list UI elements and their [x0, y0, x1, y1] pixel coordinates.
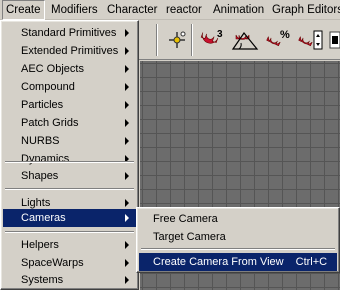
- menu-item-label: NURBS: [21, 135, 60, 147]
- snap-3d-label: 3: [217, 29, 223, 40]
- percent-snap-icon[interactable]: %: [264, 26, 294, 54]
- menu-item-label: Compound: [21, 81, 75, 93]
- menu-item-patch-grids[interactable]: Patch Grids: [3, 114, 136, 132]
- submenu-arrow-icon: [125, 65, 129, 73]
- submenu-arrow-icon: [125, 214, 129, 222]
- menu-animation[interactable]: Animation: [213, 0, 264, 20]
- menu-item-label: Shapes: [21, 170, 59, 182]
- menu-item-label: SpaceWarps: [21, 257, 84, 269]
- menu-item-label: Dynamics: [21, 153, 70, 165]
- menu-item-nurbs[interactable]: NURBS: [3, 132, 136, 150]
- menu-graph-editors[interactable]: Graph Editors: [272, 0, 340, 20]
- snap-3d-icon[interactable]: 3: [197, 26, 227, 54]
- menu-item-label: Particles: [21, 99, 64, 111]
- menu-item-helpers[interactable]: Helpers: [3, 236, 136, 254]
- create-menu: Standard Primitives Extended Primitives …: [0, 20, 139, 290]
- submenu-arrow-icon: [125, 199, 129, 207]
- menu-item-compound[interactable]: Compound: [3, 78, 136, 96]
- menu-item-spacewarps[interactable]: SpaceWarps: [3, 254, 136, 272]
- menu-item-label: Lights: [21, 197, 51, 209]
- menu-item-label: Patch Grids: [21, 117, 79, 129]
- menu-item-aec-objects[interactable]: AEC Objects: [3, 60, 136, 78]
- menu-item-dynamics[interactable]: Dynamics: [3, 150, 136, 168]
- submenu-arrow-icon: [125, 83, 129, 91]
- angle-snap-icon[interactable]: [230, 26, 260, 54]
- menu-item-create-camera-from-view[interactable]: Create Camera From View Ctrl+C: [139, 253, 337, 271]
- named-selection-icon[interactable]: [328, 26, 340, 54]
- menu-item-target-camera[interactable]: Target Camera: [139, 228, 337, 246]
- select-and-link-icon[interactable]: [163, 26, 191, 54]
- menu-item-label: Target Camera: [153, 231, 226, 243]
- menu-character[interactable]: Character: [107, 0, 158, 20]
- menu-bar: Create Modifiers Character reactor Anima…: [0, 0, 340, 20]
- menu-separator: [5, 161, 134, 163]
- spinner-snap-icon[interactable]: [296, 26, 326, 54]
- menu-item-shortcut: Ctrl+C: [295, 256, 328, 268]
- menu-item-label: Helpers: [21, 239, 59, 251]
- submenu-arrow-icon: [125, 29, 129, 37]
- menu-item-free-camera[interactable]: Free Camera: [139, 210, 337, 228]
- menu-item-label: Free Camera: [153, 213, 218, 225]
- submenu-arrow-icon: [125, 101, 129, 109]
- submenu-arrow-icon: [125, 241, 129, 249]
- menu-item-shapes[interactable]: Shapes: [3, 167, 136, 185]
- menu-item-label: Systems: [21, 274, 64, 286]
- menu-reactor[interactable]: reactor: [166, 0, 202, 20]
- menu-modifiers[interactable]: Modifiers: [51, 0, 98, 20]
- submenu-arrow-icon: [125, 259, 129, 267]
- menu-item-extended-primitives[interactable]: Extended Primitives: [3, 42, 136, 60]
- submenu-arrow-icon: [125, 47, 129, 55]
- menu-item-particles[interactable]: Particles: [3, 96, 136, 114]
- menu-item-label: Standard Primitives: [21, 27, 117, 39]
- toolbar-separator: [191, 24, 193, 56]
- menu-item-cameras[interactable]: Cameras: [3, 209, 136, 227]
- menu-separator: [5, 231, 134, 233]
- menu-item-standard-primitives[interactable]: Standard Primitives: [3, 24, 136, 42]
- submenu-arrow-icon: [125, 137, 129, 145]
- submenu-arrow-icon: [125, 276, 129, 284]
- cameras-submenu: Free Camera Target Camera Create Camera …: [136, 207, 340, 273]
- menu-separator: [5, 188, 134, 190]
- menu-create[interactable]: Create: [2, 0, 45, 20]
- percent-snap-label: %: [280, 29, 290, 41]
- menu-item-systems[interactable]: Systems: [3, 271, 136, 289]
- toolbar-separator: [156, 24, 158, 56]
- menu-separator: [141, 248, 335, 250]
- menu-item-label: Cameras: [21, 212, 66, 224]
- submenu-arrow-icon: [125, 119, 129, 127]
- menu-item-label: AEC Objects: [21, 63, 84, 75]
- submenu-arrow-icon: [125, 172, 129, 180]
- menu-item-label: Extended Primitives: [21, 45, 119, 57]
- menu-item-label: Create Camera From View: [153, 256, 284, 268]
